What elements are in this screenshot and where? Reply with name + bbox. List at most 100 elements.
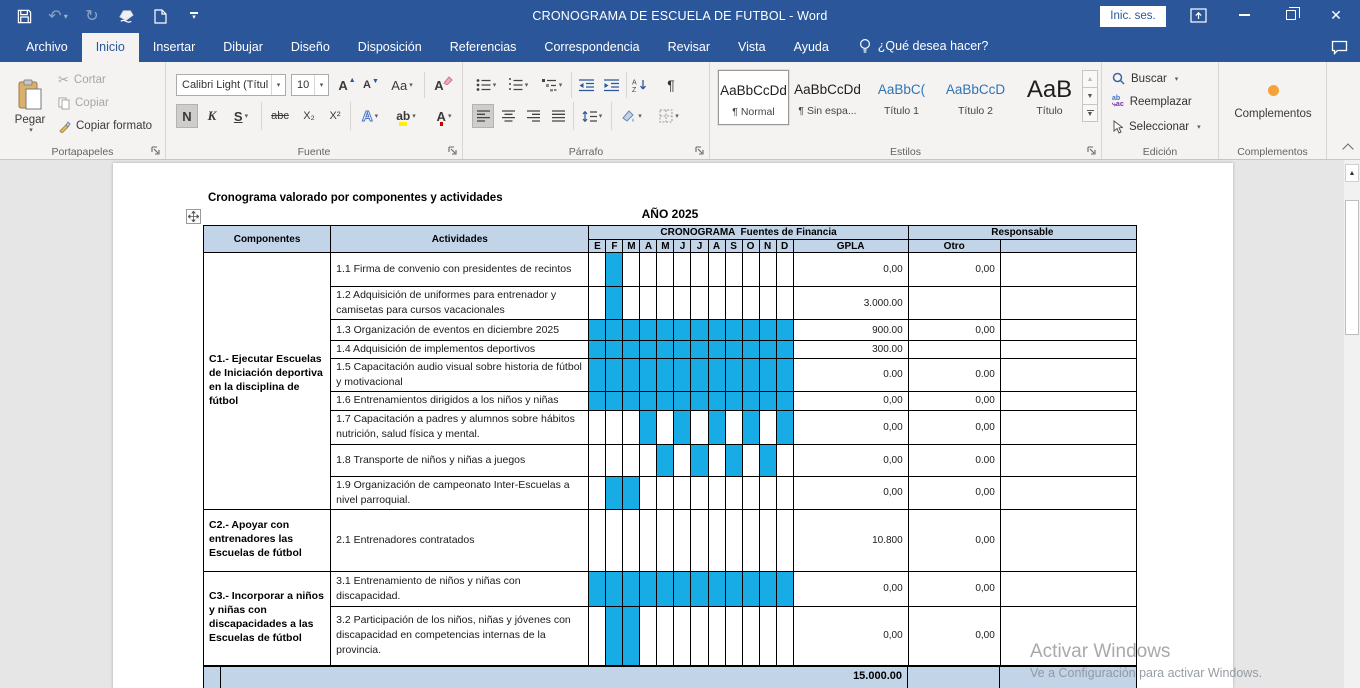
otro-value-cell[interactable]: 0,00 [908, 476, 1000, 509]
gantt-cell[interactable] [606, 476, 623, 509]
component-cell-c2[interactable]: C2.- Apoyar con entrenadores las Escuela… [204, 509, 331, 571]
gantt-cell[interactable] [623, 341, 640, 359]
gantt-cell[interactable] [742, 410, 759, 444]
tab-correspondencia[interactable]: Correspondencia [530, 33, 653, 62]
activity-cell[interactable]: 1.6 Entrenamientos dirigidos a los niños… [331, 391, 589, 410]
activity-cell[interactable]: 1.2 Adquisición de uniformes para entren… [331, 287, 589, 320]
tab-archivo[interactable]: Archivo [12, 33, 82, 62]
total-row-cell[interactable] [204, 667, 221, 688]
gantt-cell[interactable] [674, 444, 691, 476]
gantt-cell[interactable] [776, 341, 793, 359]
gpla-value-cell[interactable]: 0.00 [793, 359, 908, 392]
gantt-cell[interactable] [606, 571, 623, 606]
style-card-5[interactable]: AaBTítulo [1014, 70, 1085, 125]
gantt-cell[interactable] [725, 410, 742, 444]
gantt-cell[interactable] [742, 320, 759, 341]
text-effects-button[interactable]: A▾ [355, 104, 385, 128]
gantt-cell[interactable] [759, 606, 776, 665]
gpla-value-cell[interactable]: 0,00 [793, 571, 908, 606]
activity-cell[interactable]: 2.1 Entrenadores contratados [331, 509, 589, 571]
bullets-button[interactable]: ▾ [472, 73, 500, 97]
gantt-cell[interactable] [708, 391, 725, 410]
header-month-7[interactable]: J [691, 240, 708, 253]
gantt-cell[interactable] [623, 253, 640, 287]
tab-diseño[interactable]: Diseño [277, 33, 344, 62]
gantt-cell[interactable] [640, 253, 657, 287]
gantt-cell[interactable] [674, 253, 691, 287]
tab-dibujar[interactable]: Dibujar [209, 33, 277, 62]
gantt-cell[interactable] [606, 391, 623, 410]
gantt-cell[interactable] [589, 253, 606, 287]
gantt-cell[interactable] [657, 571, 674, 606]
gantt-cell[interactable] [725, 253, 742, 287]
gantt-cell[interactable] [742, 509, 759, 571]
shrink-font-button[interactable]: A▼ [360, 73, 382, 97]
change-case-button[interactable]: Aa▾ [386, 73, 418, 97]
gantt-cell[interactable] [657, 444, 674, 476]
gantt-cell[interactable] [708, 341, 725, 359]
sign-in-button[interactable]: Inic. ses. [1100, 6, 1166, 27]
font-dialog-launcher-icon[interactable] [448, 146, 458, 156]
gpla-value-cell[interactable]: 0,00 [793, 606, 908, 665]
gantt-cell[interactable] [657, 359, 674, 392]
gantt-cell[interactable] [742, 287, 759, 320]
gantt-cell[interactable] [776, 444, 793, 476]
gpla-value-cell[interactable]: 900.00 [793, 320, 908, 341]
gantt-cell[interactable] [640, 391, 657, 410]
gantt-cell[interactable] [657, 341, 674, 359]
style-card-2[interactable]: AaBbCcDd¶ Sin espa... [792, 70, 863, 125]
gantt-cell[interactable] [759, 253, 776, 287]
gantt-cell[interactable] [691, 571, 708, 606]
gantt-cell[interactable] [759, 571, 776, 606]
gantt-cell[interactable] [674, 320, 691, 341]
gantt-cell[interactable] [691, 391, 708, 410]
gantt-cell[interactable] [691, 359, 708, 392]
gantt-cell[interactable] [759, 391, 776, 410]
activity-cell[interactable]: 3.1 Entrenamiento de niños y niñas con d… [331, 571, 589, 606]
gantt-cell[interactable] [674, 287, 691, 320]
gantt-cell[interactable] [640, 320, 657, 341]
gantt-cell[interactable] [589, 444, 606, 476]
gpla-value-cell[interactable]: 0,00 [793, 253, 908, 287]
tab-vista[interactable]: Vista [724, 33, 780, 62]
gantt-cell[interactable] [640, 476, 657, 509]
responsable-cell[interactable] [1000, 391, 1136, 410]
gpla-value-cell[interactable]: 0,00 [793, 476, 908, 509]
cut-button[interactable]: ✂ Cortar [58, 71, 106, 89]
activity-cell[interactable]: 1.7 Capacitación a padres y alumnos sobr… [331, 410, 589, 444]
gantt-cell[interactable] [776, 253, 793, 287]
gantt-cell[interactable] [759, 341, 776, 359]
responsable-cell[interactable] [1000, 410, 1136, 444]
ribbon-display-options-icon[interactable] [1190, 8, 1207, 23]
tab-inicio[interactable]: Inicio [82, 33, 139, 62]
align-right-button[interactable] [522, 104, 544, 128]
otro-value-cell[interactable]: 0,00 [908, 391, 1000, 410]
decrease-indent-button[interactable] [575, 73, 597, 97]
responsable-cell[interactable] [1000, 287, 1136, 320]
header-actividades[interactable]: Actividades [331, 226, 589, 253]
gantt-cell[interactable] [725, 509, 742, 571]
otro-value-cell[interactable]: 0,00 [908, 606, 1000, 665]
clipboard-dialog-launcher-icon[interactable] [151, 146, 161, 156]
header-otro[interactable]: Otro [908, 240, 1000, 253]
gantt-cell[interactable] [589, 410, 606, 444]
styles-scroll-down-icon[interactable]: ▼ [1082, 87, 1098, 105]
gantt-cell[interactable] [589, 571, 606, 606]
gantt-cell[interactable] [589, 341, 606, 359]
otro-value-cell[interactable]: 0.00 [908, 359, 1000, 392]
otro-value-cell[interactable]: 0.00 [908, 444, 1000, 476]
total-gpla-cell[interactable]: 15.000.00 [221, 667, 908, 688]
header-month-3[interactable]: M [623, 240, 640, 253]
gpla-value-cell[interactable]: 0,00 [793, 391, 908, 410]
header-gpla[interactable]: GPLA [793, 240, 908, 253]
activity-cell[interactable]: 1.3 Organización de eventos en diciembre… [331, 320, 589, 341]
paste-button[interactable]: Pegar ▾ [8, 68, 52, 144]
subscript-button[interactable]: X₂ [297, 104, 321, 128]
header-month-1[interactable]: E [589, 240, 606, 253]
header-cronograma[interactable]: CRONOGRAMA Fuentes de Financia [589, 226, 908, 240]
gantt-cell[interactable] [742, 253, 759, 287]
gantt-cell[interactable] [776, 571, 793, 606]
gantt-cell[interactable] [708, 253, 725, 287]
gantt-cell[interactable] [708, 444, 725, 476]
activity-cell[interactable]: 1.8 Transporte de niños y niñas a juegos [331, 444, 589, 476]
